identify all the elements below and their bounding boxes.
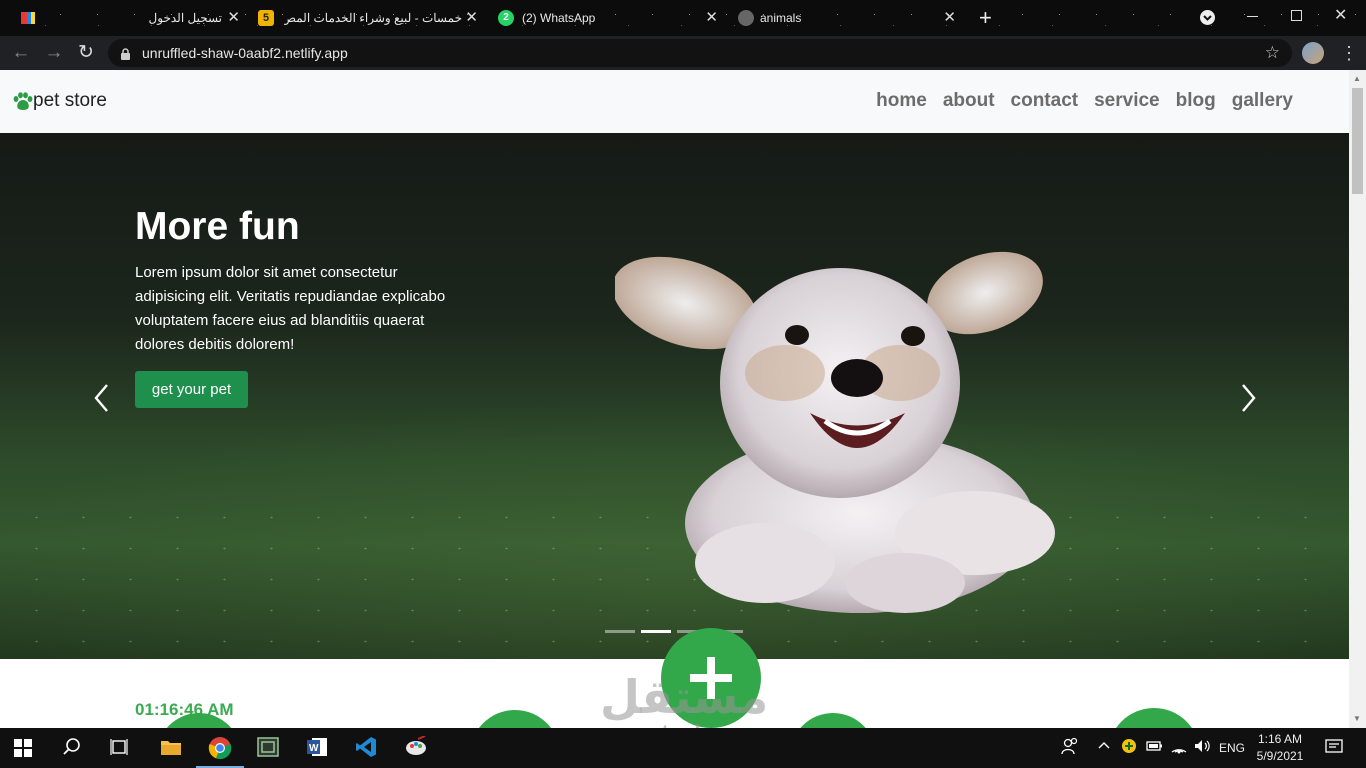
input-language[interactable]: ENG	[1219, 741, 1245, 755]
address-bar[interactable]: unruffled-shaw-0aabf2.netlify.app ☆	[108, 39, 1292, 67]
chrome-icon[interactable]	[208, 736, 232, 760]
tab-search-dropdown-icon[interactable]	[1200, 10, 1215, 25]
system-time: 1:16 AM	[1257, 732, 1303, 746]
word-icon[interactable]: W	[306, 736, 330, 760]
carousel-next-icon[interactable]	[1236, 381, 1260, 415]
nav-service[interactable]: service	[1094, 90, 1160, 112]
restore-icon[interactable]	[1291, 10, 1302, 21]
close-icon[interactable]: ✕	[705, 8, 718, 26]
feature-circle	[790, 713, 876, 728]
scroll-down-icon[interactable]: ▼	[1353, 714, 1361, 723]
site-navbar: pet store home about contact service blo…	[0, 70, 1349, 133]
battery-icon[interactable]	[1145, 736, 1169, 760]
profile-avatar[interactable]	[1302, 42, 1324, 64]
notification-center-icon[interactable]	[1324, 736, 1348, 760]
system-date: 5/9/2021	[1256, 749, 1304, 763]
url-text: unruffled-shaw-0aabf2.netlify.app	[142, 45, 348, 61]
browser-toolbar: ← → ↻ unruffled-shaw-0aabf2.netlify.app …	[0, 36, 1366, 70]
feature-circle	[1108, 708, 1200, 728]
forward-icon[interactable]: →	[43, 42, 65, 64]
bookmark-star-icon[interactable]: ☆	[1265, 43, 1280, 63]
search-icon[interactable]	[61, 736, 85, 760]
volume-icon[interactable]	[1192, 736, 1216, 760]
system-clock[interactable]: 1:16 AM 5/9/2021	[1252, 732, 1308, 763]
svg-text:W: W	[309, 743, 319, 754]
task-view-icon[interactable]	[108, 736, 132, 760]
shield-status-icon[interactable]	[1120, 736, 1144, 760]
new-tab-icon[interactable]: +	[979, 5, 992, 31]
paw-icon	[13, 91, 33, 110]
carousel-prev-icon[interactable]	[90, 381, 114, 415]
back-icon[interactable]: ←	[10, 42, 32, 64]
tab-whatsapp[interactable]: 2 (2) WhatsApp ✕	[498, 0, 718, 36]
scrollbar-thumb[interactable]	[1352, 88, 1363, 194]
khamsat-icon: 5	[258, 10, 274, 26]
minimize-icon[interactable]	[1247, 16, 1258, 17]
hero-carousel: More fun Lorem ipsum dolor sit amet cons…	[0, 133, 1349, 659]
web-page: pet store home about contact service blo…	[0, 70, 1349, 728]
page-scrollbar[interactable]: ▲ ▼	[1349, 70, 1366, 728]
lock-icon[interactable]	[120, 47, 131, 65]
windows-taskbar: W ENG 1:16 AM 5/9/2021	[0, 728, 1366, 768]
reload-icon[interactable]: ↻	[75, 42, 97, 64]
nav-gallery[interactable]: gallery	[1232, 90, 1293, 112]
feature-circle	[470, 710, 560, 728]
tab-animals[interactable]: animals ✕	[738, 0, 956, 36]
hero-text: Lorem ipsum dolor sit amet consectetur a…	[135, 264, 446, 353]
close-icon[interactable]: ✕	[943, 8, 956, 26]
tab-title: animals	[760, 11, 802, 25]
tab-title: (2) WhatsApp	[522, 11, 596, 25]
nav-blog[interactable]: blog	[1176, 90, 1216, 112]
hero-title: More fun	[135, 205, 300, 248]
close-icon[interactable]: ✕	[465, 8, 478, 26]
tab-search-icon[interactable]	[20, 10, 36, 26]
main-menu: home about contact service blog gallery	[876, 90, 1293, 112]
scroll-up-icon[interactable]: ▲	[1353, 74, 1361, 83]
dog-photo	[615, 251, 1055, 613]
tab-mostaql-login[interactable]: تسجيل الدخول ✕	[60, 0, 240, 36]
watermark-arabic: مستقل	[600, 670, 769, 724]
paint-app-icon[interactable]	[404, 735, 428, 760]
whatsapp-icon: 2	[498, 10, 514, 26]
browser-menu-icon[interactable]: ⋮	[1340, 42, 1358, 64]
windows-start-icon[interactable]	[13, 736, 37, 760]
vscode-icon[interactable]	[355, 736, 379, 760]
nav-about[interactable]: about	[943, 90, 995, 112]
brand-name: pet store	[33, 90, 107, 111]
close-icon[interactable]: ✕	[227, 8, 240, 26]
people-icon[interactable]	[1060, 736, 1084, 760]
nav-contact[interactable]: contact	[1011, 90, 1079, 112]
tab-title: خمسات - لبيع وشراء الخدمات المص	[284, 11, 462, 25]
brand-logo[interactable]: pet store	[12, 90, 107, 112]
get-your-pet-button[interactable]: get your pet	[135, 371, 248, 408]
carousel-indicator[interactable]	[605, 630, 635, 633]
watermark-latin: mostaql.com	[600, 720, 768, 728]
close-window-icon[interactable]: ✕	[1334, 5, 1347, 25]
terminal-app-icon[interactable]	[257, 736, 281, 760]
tab-khamsat[interactable]: 5 خمسات - لبيع وشراء الخدمات المص ✕	[258, 0, 478, 36]
file-explorer-icon[interactable]	[159, 736, 183, 760]
hero-caption: More fun Lorem ipsum dolor sit amet cons…	[135, 205, 455, 357]
tab-title: تسجيل الدخول	[148, 11, 222, 25]
show-hidden-icons-chevron-icon[interactable]	[1096, 736, 1120, 760]
nav-home[interactable]: home	[876, 90, 927, 112]
browser-tab-strip: تسجيل الدخول ✕ 5 خمسات - لبيع وشراء الخد…	[0, 0, 1366, 36]
globe-icon	[738, 10, 754, 26]
mostaql-watermark: مستقل mostaql.com	[600, 670, 768, 728]
wifi-icon[interactable]	[1169, 736, 1193, 760]
